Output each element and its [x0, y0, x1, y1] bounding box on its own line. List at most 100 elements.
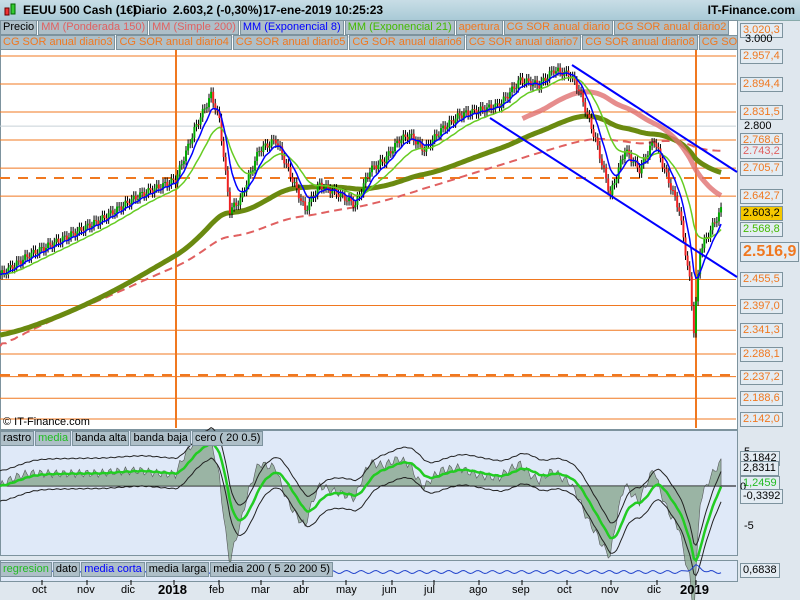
candle-body — [266, 143, 269, 148]
candle-body — [519, 77, 522, 81]
candle-body — [147, 188, 150, 194]
candle-body — [375, 165, 378, 170]
candle-body — [439, 128, 442, 136]
candle-body — [703, 238, 706, 249]
time-label: oct — [557, 584, 572, 596]
legend-tag[interactable]: Precio — [0, 20, 38, 35]
legend-tag[interactable]: CG SOR anual diario6 — [349, 35, 465, 50]
candle-body — [226, 170, 229, 192]
candle-body — [406, 136, 409, 140]
candle-body — [297, 188, 300, 199]
candle-body — [467, 110, 470, 116]
candle-body — [304, 201, 307, 211]
candle-body — [557, 67, 560, 72]
candle-body — [141, 191, 144, 193]
candle-body — [272, 139, 275, 141]
legend-tag[interactable]: CG SOR anual di — [698, 35, 737, 50]
candle-body — [490, 104, 493, 109]
candle-body — [513, 86, 516, 89]
level-label: 2.188,6 — [740, 391, 783, 407]
osc-legend-tag[interactable]: media — [35, 431, 72, 446]
osc-legend-tag[interactable]: cero ( 20 0.5) — [191, 431, 264, 446]
time-label: sep — [512, 584, 530, 596]
lower-legend-tag[interactable]: dato — [52, 562, 81, 577]
legend-tag[interactable]: apertura — [455, 20, 503, 35]
candle-body — [559, 67, 562, 73]
lower-legend-tag[interactable]: media corta — [81, 562, 145, 577]
candle-body — [381, 159, 384, 162]
candle-body — [379, 159, 382, 165]
candle-body — [208, 98, 210, 108]
lower-legend-tag[interactable]: media 200 ( 5 20 200 5) — [210, 562, 334, 577]
candle-body — [126, 200, 129, 203]
legend-tag[interactable]: CG SOR anual diario4 — [116, 35, 232, 50]
osc-legend-tag[interactable]: banda alta — [72, 431, 130, 446]
lower-legend-tag[interactable]: regresion — [0, 562, 52, 577]
legend-tag[interactable]: MM (Ponderada 150) — [38, 20, 149, 35]
time-label: jun — [382, 584, 397, 596]
legend-tag[interactable]: MM (Exponencial 8) — [239, 20, 344, 35]
candle-body — [299, 198, 302, 201]
candle-body — [575, 80, 578, 90]
candle-body — [247, 174, 250, 185]
candle-body — [511, 86, 514, 93]
candle-body — [354, 205, 357, 208]
time-label: nov — [77, 584, 95, 596]
osc-legend-tag[interactable]: rastro — [0, 431, 35, 446]
candle-body — [692, 306, 695, 334]
candle-body — [504, 96, 507, 98]
candle-body — [72, 231, 75, 234]
candle-body — [251, 170, 254, 172]
watermark: © IT-Finance.com — [3, 416, 90, 428]
candle-body — [233, 202, 236, 208]
candle-body — [400, 140, 403, 144]
osc-label: 2,8311 — [740, 461, 779, 476]
level-label: 2.831,5 — [740, 105, 783, 121]
lower-legend-tag[interactable]: media larga — [145, 562, 210, 577]
candle-body — [322, 188, 325, 190]
legend-tag[interactable]: CG SOR anual diario5 — [232, 35, 349, 50]
candle-body — [596, 137, 599, 146]
legend-row-1: Precio MM (Ponderada 150) MM (Simple 200) M… — [0, 20, 730, 35]
time-label: 2018 — [158, 582, 187, 597]
lower-value: 0,6838 — [740, 563, 780, 578]
candle-body — [657, 146, 660, 149]
legend-tag[interactable]: MM (Exponencial 21) — [344, 20, 455, 35]
candle-body — [694, 301, 697, 334]
candle-body — [452, 120, 455, 124]
candle-body — [199, 117, 202, 125]
candle-body — [554, 71, 557, 74]
candle-body — [515, 88, 518, 90]
candle-body — [180, 164, 183, 166]
candle-body — [157, 184, 160, 189]
candle-body — [592, 129, 595, 137]
legend-tag[interactable]: CG SOR anual diario2 — [613, 20, 730, 35]
candle-body — [717, 212, 720, 222]
candle-body — [523, 82, 526, 84]
candle-body — [224, 157, 227, 171]
legend-tag[interactable]: CG SOR anual diario7 — [465, 35, 582, 50]
candle-body — [527, 78, 530, 82]
candle-body — [496, 103, 499, 105]
candle-body — [711, 222, 714, 231]
candle-body — [70, 231, 73, 238]
candle-body — [306, 209, 309, 211]
osc-label: -0,3392 — [740, 489, 784, 504]
candle-body — [394, 143, 397, 152]
candle-body — [274, 140, 277, 144]
candle-body — [116, 206, 119, 214]
legend-tag[interactable]: CG SOR anual diario3 — [0, 35, 116, 50]
candle-body — [674, 190, 677, 197]
candle-body — [688, 265, 691, 277]
legend-tag[interactable]: CG SOR anual diario — [503, 20, 613, 35]
osc-legend-tag[interactable]: banda baja — [130, 431, 191, 446]
candle-body — [24, 254, 27, 260]
legend-tag[interactable]: CG SOR anual diario8 — [582, 35, 698, 50]
candle-body — [481, 106, 484, 110]
legend-tag[interactable]: MM (Simple 200) — [149, 20, 239, 35]
candle-body — [391, 151, 394, 154]
sma-200-line — [0, 137, 722, 347]
candle-body — [65, 235, 68, 240]
candle-body — [201, 108, 204, 118]
time-label: dic — [121, 584, 136, 596]
